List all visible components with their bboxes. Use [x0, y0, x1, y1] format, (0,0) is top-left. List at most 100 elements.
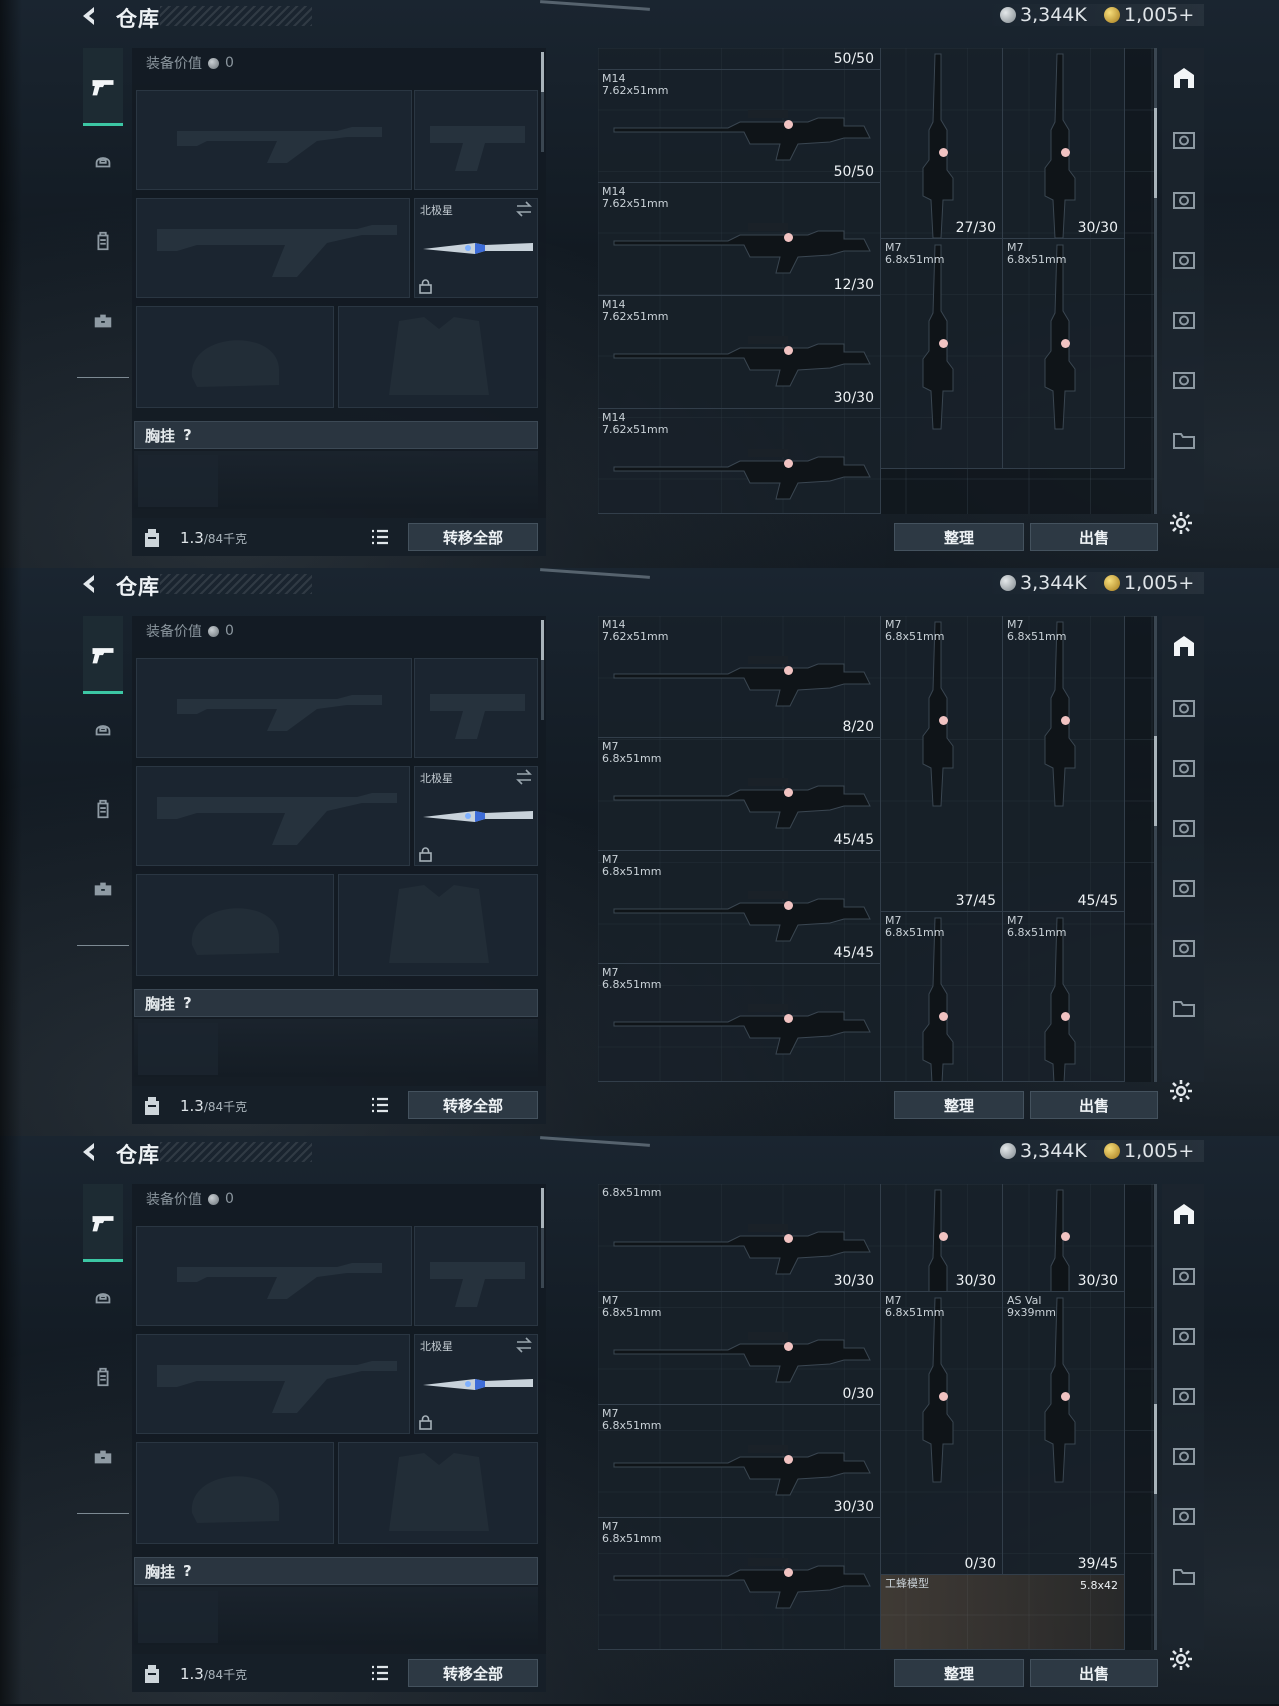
- stash-item[interactable]: M7 6.8x51mm 45/45: [1003, 616, 1125, 912]
- tab-weapons[interactable]: [83, 48, 123, 126]
- loadout-scrollbar[interactable]: [541, 1188, 544, 1288]
- stash-item[interactable]: M7 6.8x51mm: [881, 239, 1003, 469]
- help-icon[interactable]: ?: [183, 994, 192, 1012]
- stash-tab-icon[interactable]: [1171, 1504, 1197, 1528]
- tab-weapons[interactable]: [83, 1184, 123, 1262]
- stash-tab-icon[interactable]: [1171, 816, 1197, 840]
- settings-gear-icon[interactable]: [1168, 1078, 1194, 1104]
- gold-currency[interactable]: 1,005+: [1104, 1140, 1194, 1162]
- gold-currency[interactable]: 1,005+: [1104, 4, 1194, 26]
- stash-item[interactable]: M14 7.62x51mm 50/50: [598, 70, 881, 183]
- stash-item[interactable]: M7 6.8x51mm 30/30: [598, 1405, 881, 1518]
- primary-weapon-slot[interactable]: [136, 1226, 412, 1326]
- stash-tab-icon[interactable]: [1171, 308, 1197, 332]
- stash-item[interactable]: M7 6.8x51mm 0/30: [881, 1292, 1003, 1575]
- settings-gear-icon[interactable]: [1168, 1646, 1194, 1672]
- tidy-button[interactable]: 整理: [894, 1091, 1024, 1119]
- gold-currency[interactable]: 1,005+: [1104, 572, 1194, 594]
- tab-medical[interactable]: [83, 300, 123, 342]
- stash-tab-icon[interactable]: [1171, 756, 1197, 780]
- helmet-slot[interactable]: [136, 1442, 334, 1544]
- folder-icon[interactable]: [1171, 996, 1197, 1020]
- stash-tab-icon[interactable]: [1171, 1384, 1197, 1408]
- list-icon[interactable]: [370, 1663, 390, 1683]
- stash-scrollbar[interactable]: [1154, 1184, 1157, 1650]
- tab-rig[interactable]: [83, 788, 123, 830]
- tab-armor[interactable]: [83, 1276, 123, 1318]
- stash-item[interactable]: M14 7.62x51mm 12/30: [598, 183, 881, 296]
- tab-medical[interactable]: [83, 868, 123, 910]
- sell-button[interactable]: 出售: [1030, 1659, 1158, 1687]
- help-icon[interactable]: ?: [183, 426, 192, 444]
- stash-tab-icon[interactable]: [1171, 128, 1197, 152]
- loadout-scrollbar[interactable]: [541, 52, 544, 152]
- helmet-slot[interactable]: [136, 306, 334, 408]
- settings-gear-icon[interactable]: [1168, 510, 1194, 536]
- sell-button[interactable]: 出售: [1030, 1091, 1158, 1119]
- home-icon[interactable]: [1171, 66, 1197, 90]
- stash-item[interactable]: M7 6.8x51mm 0/30: [598, 1292, 881, 1405]
- tab-armor[interactable]: [83, 140, 123, 182]
- stash-tab-icon[interactable]: [1171, 1324, 1197, 1348]
- primary-weapon-slot[interactable]: [136, 658, 412, 758]
- help-icon[interactable]: ?: [183, 1562, 192, 1580]
- melee-slot[interactable]: 北极星: [414, 766, 538, 866]
- pistol-slot[interactable]: [414, 658, 538, 758]
- stash-item[interactable]: M7 6.8x51mm: [1003, 239, 1125, 469]
- secondary-weapon-slot[interactable]: [136, 1334, 410, 1434]
- stash-item[interactable]: 6.8x51mm 30/30: [598, 1184, 881, 1292]
- secondary-weapon-slot[interactable]: [136, 766, 410, 866]
- melee-slot[interactable]: 北极星: [414, 198, 538, 298]
- armor-slot[interactable]: [338, 306, 538, 408]
- transfer-all-button[interactable]: 转移全部: [408, 523, 538, 551]
- primary-weapon-slot[interactable]: [136, 90, 412, 190]
- stash-item[interactable]: 27/30: [881, 48, 1003, 239]
- stash-item[interactable]: M14 7.62x51mm 30/30: [598, 296, 881, 409]
- home-icon[interactable]: [1171, 1202, 1197, 1226]
- chest-rig-bar[interactable]: 胸挂 ?: [134, 989, 538, 1017]
- stash-item[interactable]: M7 6.8x51mm: [598, 964, 881, 1082]
- stash-tab-icon[interactable]: [1171, 936, 1197, 960]
- list-icon[interactable]: [370, 1095, 390, 1115]
- stash-item[interactable]: M7 6.8x51mm: [598, 1518, 881, 1650]
- stash-tab-icon[interactable]: [1171, 876, 1197, 900]
- pistol-slot[interactable]: [414, 90, 538, 190]
- list-icon[interactable]: [370, 527, 390, 547]
- stash-tab-icon[interactable]: [1171, 696, 1197, 720]
- home-icon[interactable]: [1171, 634, 1197, 658]
- stash-tab-icon[interactable]: [1171, 1264, 1197, 1288]
- tab-rig[interactable]: [83, 220, 123, 262]
- back-icon[interactable]: [78, 1140, 104, 1166]
- armor-slot[interactable]: [338, 874, 538, 976]
- transfer-all-button[interactable]: 转移全部: [408, 1091, 538, 1119]
- tab-armor[interactable]: [83, 708, 123, 750]
- stash-item[interactable]: AS Val 9x39mm 39/45: [1003, 1292, 1125, 1575]
- sell-button[interactable]: 出售: [1030, 523, 1158, 551]
- tab-rig[interactable]: [83, 1356, 123, 1398]
- stash-item[interactable]: M7 6.8x51mm 37/45: [881, 616, 1003, 912]
- stash-tab-icon[interactable]: [1171, 368, 1197, 392]
- stash-item[interactable]: M7 6.8x51mm: [1003, 912, 1125, 1082]
- stash-item[interactable]: M14 7.62x51mm 8/20: [598, 616, 881, 738]
- stash-item[interactable]: 30/30: [1003, 48, 1125, 239]
- secondary-weapon-slot[interactable]: [136, 198, 410, 298]
- stash-item[interactable]: 工蜂模型 5.8x42: [881, 1575, 1125, 1650]
- transfer-all-button[interactable]: 转移全部: [408, 1659, 538, 1687]
- melee-slot[interactable]: 北极星: [414, 1334, 538, 1434]
- helmet-slot[interactable]: [136, 874, 334, 976]
- back-icon[interactable]: [78, 4, 104, 30]
- stash-item[interactable]: M7 6.8x51mm 45/45: [598, 851, 881, 964]
- stash-tab-icon[interactable]: [1171, 188, 1197, 212]
- stash-item[interactable]: 30/30: [1003, 1184, 1125, 1292]
- chest-rig-bar[interactable]: 胸挂 ?: [134, 1557, 538, 1585]
- stash-item[interactable]: M7 6.8x51mm: [881, 912, 1003, 1082]
- chest-rig-bar[interactable]: 胸挂 ?: [134, 421, 538, 449]
- stash-tab-icon[interactable]: [1171, 1444, 1197, 1468]
- stash-item[interactable]: 50/50: [598, 48, 881, 70]
- folder-icon[interactable]: [1171, 428, 1197, 452]
- loadout-scrollbar[interactable]: [541, 620, 544, 720]
- tidy-button[interactable]: 整理: [894, 1659, 1024, 1687]
- tidy-button[interactable]: 整理: [894, 523, 1024, 551]
- stash-item[interactable]: M7 6.8x51mm 45/45: [598, 738, 881, 851]
- stash-scrollbar[interactable]: [1154, 48, 1157, 514]
